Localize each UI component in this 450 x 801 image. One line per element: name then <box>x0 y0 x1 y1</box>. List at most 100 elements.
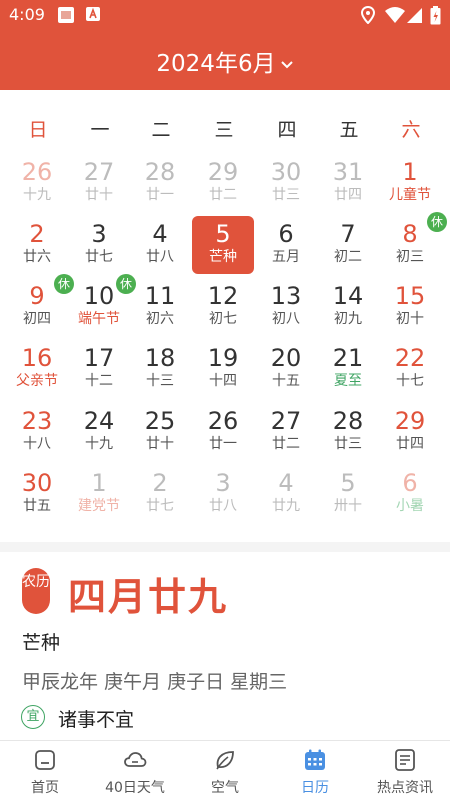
day-cell[interactable]: 8 初三休 <box>379 212 447 274</box>
nav-air-label: 空气 <box>211 780 239 796</box>
day-number: 7 <box>340 220 356 248</box>
header: 2024年6月 <box>0 30 450 90</box>
weekday-mon: 一 <box>90 119 110 141</box>
day-number: 4 <box>278 469 294 497</box>
lunar-day-label: 初三 <box>396 249 424 265</box>
weekday-sat: 六 <box>401 119 421 141</box>
day-number: 19 <box>207 344 239 372</box>
day-number: 6 <box>278 220 294 248</box>
day-cell[interactable]: 28 廿一 <box>129 154 191 212</box>
day-cell[interactable]: 10 端午节休 <box>68 274 136 336</box>
month-selector[interactable]: 2024年6月 <box>0 44 450 78</box>
app-notification-icon <box>85 6 101 26</box>
day-cell[interactable]: 1 儿童节 <box>379 154 441 212</box>
day-number: 18 <box>144 344 176 372</box>
weekday-sun: 日 <box>28 119 48 141</box>
day-cell[interactable]: 3 廿七 <box>68 216 130 274</box>
day-number: 16 <box>21 344 53 372</box>
day-number: 1 <box>402 158 418 186</box>
day-cell[interactable]: 6 五月 <box>255 216 317 274</box>
day-cell[interactable]: 26 十九 <box>6 154 68 212</box>
day-cell[interactable]: 20 十五 <box>255 340 317 398</box>
day-cell[interactable]: 22 十七 <box>379 340 441 398</box>
day-cell[interactable]: 4 廿八 <box>129 216 191 274</box>
day-cell[interactable]: 23 十八 <box>6 403 68 461</box>
day-cell[interactable]: 25 廿十 <box>129 403 191 461</box>
day-cell[interactable]: 27 廿十 <box>68 154 130 212</box>
cloud-icon <box>124 752 147 767</box>
day-cell-today[interactable]: 5 芒种 <box>192 216 254 274</box>
day-number: 12 <box>207 282 239 310</box>
day-cell[interactable]: 9 初四休 <box>6 274 74 336</box>
lunar-badge: 农历 <box>22 568 50 614</box>
day-number: 24 <box>83 407 115 435</box>
day-cell[interactable]: 4 廿九 <box>255 465 317 523</box>
day-cell[interactable]: 13 初八 <box>255 278 317 336</box>
weekday-wed: 三 <box>214 119 234 141</box>
yi-text: 诸事不宜 <box>58 709 135 731</box>
day-cell[interactable]: 18 十三 <box>129 340 191 398</box>
day-number: 27 <box>270 407 302 435</box>
status-time: 4:09 <box>9 5 45 24</box>
nav-home-label: 首页 <box>31 780 59 796</box>
day-cell[interactable]: 11 初六 <box>129 278 191 336</box>
day-number: 29 <box>394 407 426 435</box>
day-cell[interactable]: 12 初七 <box>192 278 254 336</box>
day-cell[interactable]: 28 廿三 <box>317 403 379 461</box>
day-cell[interactable]: 29 廿四 <box>379 403 441 461</box>
leaf-icon <box>216 751 234 770</box>
day-cell[interactable]: 7 初二 <box>317 216 379 274</box>
day-cell[interactable]: 24 十九 <box>68 403 130 461</box>
day-cell[interactable]: 21 夏至 <box>317 340 379 398</box>
solar-term-label: 小暑 <box>396 498 424 514</box>
signal-icon <box>407 6 423 28</box>
nav-hot-news-label: 热点资讯 <box>377 780 433 796</box>
day-cell[interactable]: 31 廿四 <box>317 154 379 212</box>
chevron-down-icon <box>280 60 293 68</box>
day-cell[interactable]: 15 初十 <box>379 278 441 336</box>
day-cell[interactable]: 26 廿一 <box>192 403 254 461</box>
nav-air[interactable]: 空气 <box>180 741 270 801</box>
day-number: 28 <box>144 158 176 186</box>
wifi-icon <box>385 6 405 28</box>
status-bar: 4:09 <box>0 0 450 30</box>
nav-home[interactable]: 首页 <box>0 741 90 801</box>
day-number: 28 <box>332 407 364 435</box>
month-title: 2024年6月 <box>156 51 276 77</box>
day-cell[interactable]: 5 卅十 <box>317 465 379 523</box>
nav-hot-news[interactable]: 热点资讯 <box>360 741 450 801</box>
nav-40day-weather[interactable]: 40日天气 <box>90 741 180 801</box>
day-cell[interactable]: 16 父亲节 <box>6 340 68 398</box>
day-number: 26 <box>21 158 53 186</box>
battery-icon <box>430 6 441 29</box>
day-number: 15 <box>394 282 426 310</box>
day-number: 21 <box>332 344 364 372</box>
day-cell[interactable]: 6 小暑 <box>379 465 441 523</box>
day-cell[interactable]: 29 廿二 <box>192 154 254 212</box>
day-number: 27 <box>83 158 115 186</box>
day-cell[interactable]: 19 十四 <box>192 340 254 398</box>
day-cell[interactable]: 30 廿三 <box>255 154 317 212</box>
yi-badge: 宜 <box>21 705 45 729</box>
day-cell[interactable]: 14 初九 <box>317 278 379 336</box>
festival-label: 儿童节 <box>389 187 431 203</box>
lunar-date: 四月廿九 <box>68 574 229 619</box>
day-number: 29 <box>207 158 239 186</box>
day-cell[interactable]: 2 廿七 <box>129 465 191 523</box>
weekday-tue: 二 <box>151 119 171 141</box>
day-cell[interactable]: 27 廿二 <box>255 403 317 461</box>
day-number: 26 <box>207 407 239 435</box>
day-number: 30 <box>270 158 302 186</box>
ganzhi-date: 甲辰龙年 庚午月 庚子日 星期三 <box>22 671 288 693</box>
day-cell[interactable]: 3 廿八 <box>192 465 254 523</box>
day-cell[interactable]: 17 十二 <box>68 340 130 398</box>
solar-term: 芒种 <box>22 632 61 654</box>
day-cell[interactable]: 2 廿六 <box>6 216 68 274</box>
day-cell[interactable]: 30 廿五 <box>6 465 68 523</box>
day-number: 17 <box>83 344 115 372</box>
day-detail-panel: 农历 四月廿九 芒种 甲辰龙年 庚午月 庚子日 星期三 宜 诸事不宜 <box>0 552 450 740</box>
nav-calendar[interactable]: 日历 <box>270 741 360 801</box>
day-cell[interactable]: 1 建党节 <box>68 465 130 523</box>
gallery-notification-icon <box>57 6 75 28</box>
day-number: 14 <box>332 282 364 310</box>
